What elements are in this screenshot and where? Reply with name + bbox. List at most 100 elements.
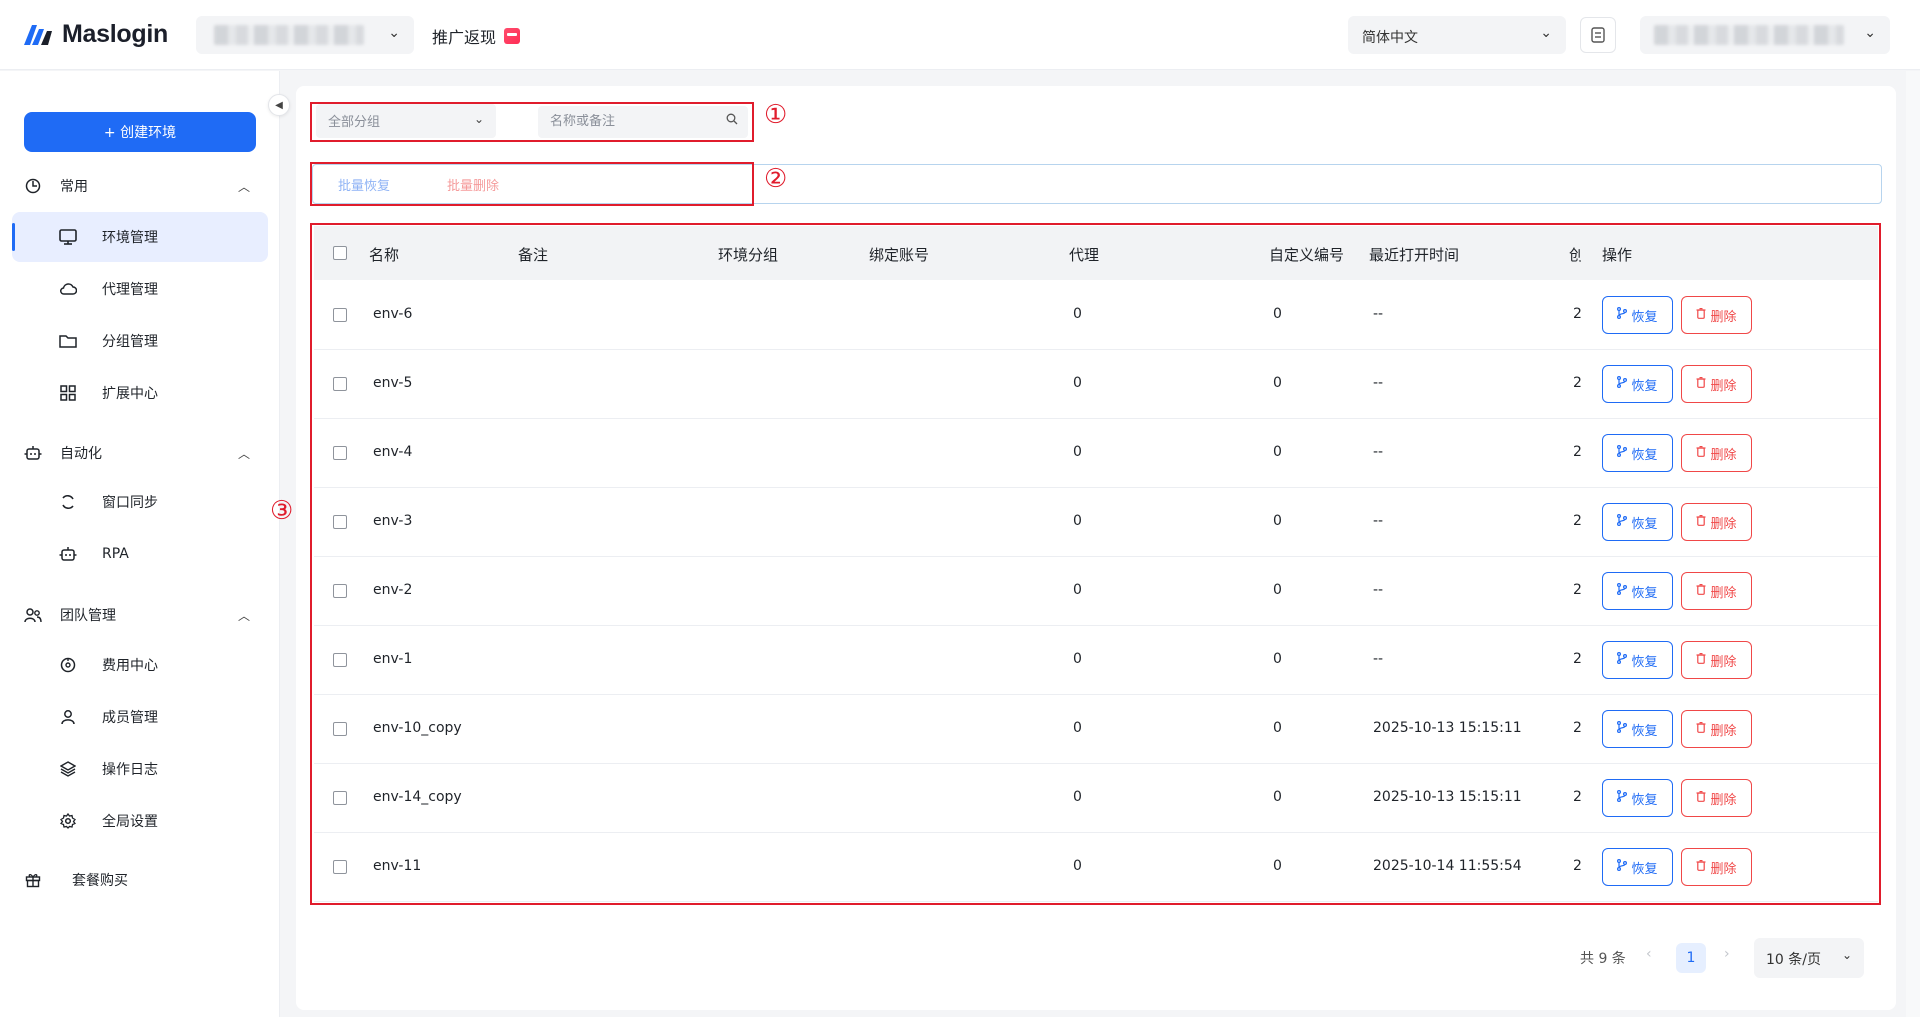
delete-button[interactable]: 删除 [1681, 365, 1752, 403]
cell-proxy: 0 [1073, 306, 1082, 322]
cell-custom-number: 0 [1273, 858, 1282, 874]
delete-label: 删除 [1710, 378, 1737, 394]
sidebar-item-window-sync[interactable]: 窗口同步 [12, 477, 268, 527]
cell-created: 2 [1573, 513, 1582, 529]
cell-last-opened: -- [1373, 306, 1384, 322]
cell-proxy: 0 [1073, 582, 1082, 598]
row-checkbox[interactable] [333, 860, 347, 874]
row-checkbox[interactable] [333, 515, 347, 529]
sidebar-item-logs[interactable]: 操作日志 [12, 744, 268, 794]
sidebar-collapse-button[interactable]: ◀ [268, 94, 290, 116]
delete-label: 删除 [1710, 654, 1737, 670]
chevron-down-icon: ⌄ [1540, 25, 1552, 41]
restore-button[interactable]: 恢复 [1602, 848, 1673, 886]
sidebar-item-package-purchase[interactable]: 套餐购买 [24, 870, 256, 890]
sidebar-item-rpa[interactable]: RPA [12, 529, 268, 579]
row-checkbox[interactable] [333, 584, 347, 598]
restore-button[interactable]: 恢复 [1602, 572, 1673, 610]
restore-button[interactable]: 恢复 [1602, 779, 1673, 817]
language-select[interactable]: 简体中文 ⌄ [1348, 16, 1566, 54]
restore-button[interactable]: 恢复 [1602, 296, 1673, 334]
nav-group-label: 自动化 [60, 446, 102, 462]
cell-name: env-2 [373, 582, 413, 598]
restore-icon [1617, 790, 1628, 806]
chevron-down-icon: ⌄ [1841, 948, 1852, 962]
sidebar-item-settings[interactable]: 全局设置 [12, 796, 268, 846]
sidebar-item-members[interactable]: 成员管理 [12, 692, 268, 742]
delete-button[interactable]: 删除 [1681, 710, 1752, 748]
delete-label: 删除 [1710, 447, 1737, 463]
nav-group-automation[interactable]: 自动化 ︿ [24, 443, 256, 463]
pagination-page-button[interactable]: 1 [1676, 943, 1706, 973]
document-button[interactable] [1580, 17, 1616, 53]
delete-button[interactable]: 删除 [1681, 641, 1752, 679]
workspace-select[interactable]: ⌄ [196, 16, 414, 54]
pagination-next-icon[interactable]: › [1724, 946, 1730, 962]
user-icon [58, 707, 78, 727]
logo-text: Maslogin [62, 20, 168, 48]
sidebar-item-label: 全局设置 [102, 814, 158, 830]
user-menu[interactable]: ⌄ [1640, 16, 1890, 54]
cell-proxy: 0 [1073, 444, 1082, 460]
dashboard-icon [24, 177, 42, 195]
sidebar-item-proxies[interactable]: 代理管理 [12, 264, 268, 314]
nav-group-team[interactable]: 团队管理 ︿ [24, 605, 256, 625]
app-logo[interactable]: Maslogin [24, 20, 168, 49]
sidebar-item-label: 费用中心 [102, 658, 158, 674]
team-icon [24, 606, 42, 624]
cell-proxy: 0 [1073, 513, 1082, 529]
delete-button[interactable]: 删除 [1681, 848, 1752, 886]
delete-button[interactable]: 删除 [1681, 572, 1752, 610]
promo-link[interactable]: 推广返现 [432, 24, 521, 48]
sidebar-item-billing[interactable]: 费用中心 [12, 640, 268, 690]
annotation-box-1 [310, 102, 754, 142]
sidebar-item-extensions[interactable]: 扩展中心 [12, 368, 268, 418]
row-checkbox[interactable] [333, 446, 347, 460]
delete-button[interactable]: 删除 [1681, 779, 1752, 817]
nav-group-common[interactable]: 常用 ︿ [24, 176, 256, 196]
trash-icon [1696, 859, 1706, 875]
language-value: 简体中文 [1362, 30, 1418, 46]
sidebar-item-label: 分组管理 [102, 334, 158, 350]
gift-icon [504, 28, 521, 44]
sidebar-item-environments[interactable]: 环境管理 [12, 212, 268, 262]
cell-created: 2 [1573, 651, 1582, 667]
cell-custom-number: 0 [1273, 720, 1282, 736]
trash-icon [1696, 514, 1706, 530]
delete-button[interactable]: 删除 [1681, 503, 1752, 541]
create-environment-button[interactable]: + 创建环境 [24, 112, 256, 152]
annotation-label-1: ① [764, 100, 788, 130]
package-purchase-label: 套餐购买 [72, 873, 128, 889]
trash-icon [1696, 376, 1706, 392]
sidebar-item-groups[interactable]: 分组管理 [12, 316, 268, 366]
layers-icon [58, 759, 78, 779]
trash-icon [1696, 445, 1706, 461]
page-size-select[interactable]: 10 条/页 ⌄ [1754, 938, 1864, 978]
row-checkbox[interactable] [333, 308, 347, 322]
restore-icon [1617, 514, 1628, 530]
delete-button[interactable]: 删除 [1681, 296, 1752, 334]
sync-icon [58, 492, 78, 512]
robot-icon [24, 444, 42, 462]
row-checkbox[interactable] [333, 377, 347, 391]
scrollbar[interactable] [1906, 71, 1920, 1017]
restore-label: 恢复 [1631, 309, 1658, 325]
row-checkbox[interactable] [333, 653, 347, 667]
restore-button[interactable]: 恢复 [1602, 434, 1673, 472]
restore-button[interactable]: 恢复 [1602, 503, 1673, 541]
restore-button[interactable]: 恢复 [1602, 641, 1673, 679]
pagination-prev-icon[interactable]: ‹ [1646, 946, 1652, 962]
cell-custom-number: 0 [1273, 513, 1282, 529]
restore-button[interactable]: 恢复 [1602, 365, 1673, 403]
robot-icon [58, 544, 78, 564]
page-size-value: 10 条/页 [1766, 952, 1821, 968]
annotation-label-3: ③ [270, 496, 294, 526]
row-checkbox[interactable] [333, 722, 347, 736]
row-checkbox[interactable] [333, 791, 347, 805]
restore-icon [1617, 859, 1628, 875]
restore-button[interactable]: 恢复 [1602, 710, 1673, 748]
cell-created: 2 [1573, 720, 1582, 736]
sidebar-item-label: 操作日志 [102, 762, 158, 778]
delete-button[interactable]: 删除 [1681, 434, 1752, 472]
delete-label: 删除 [1710, 792, 1737, 808]
